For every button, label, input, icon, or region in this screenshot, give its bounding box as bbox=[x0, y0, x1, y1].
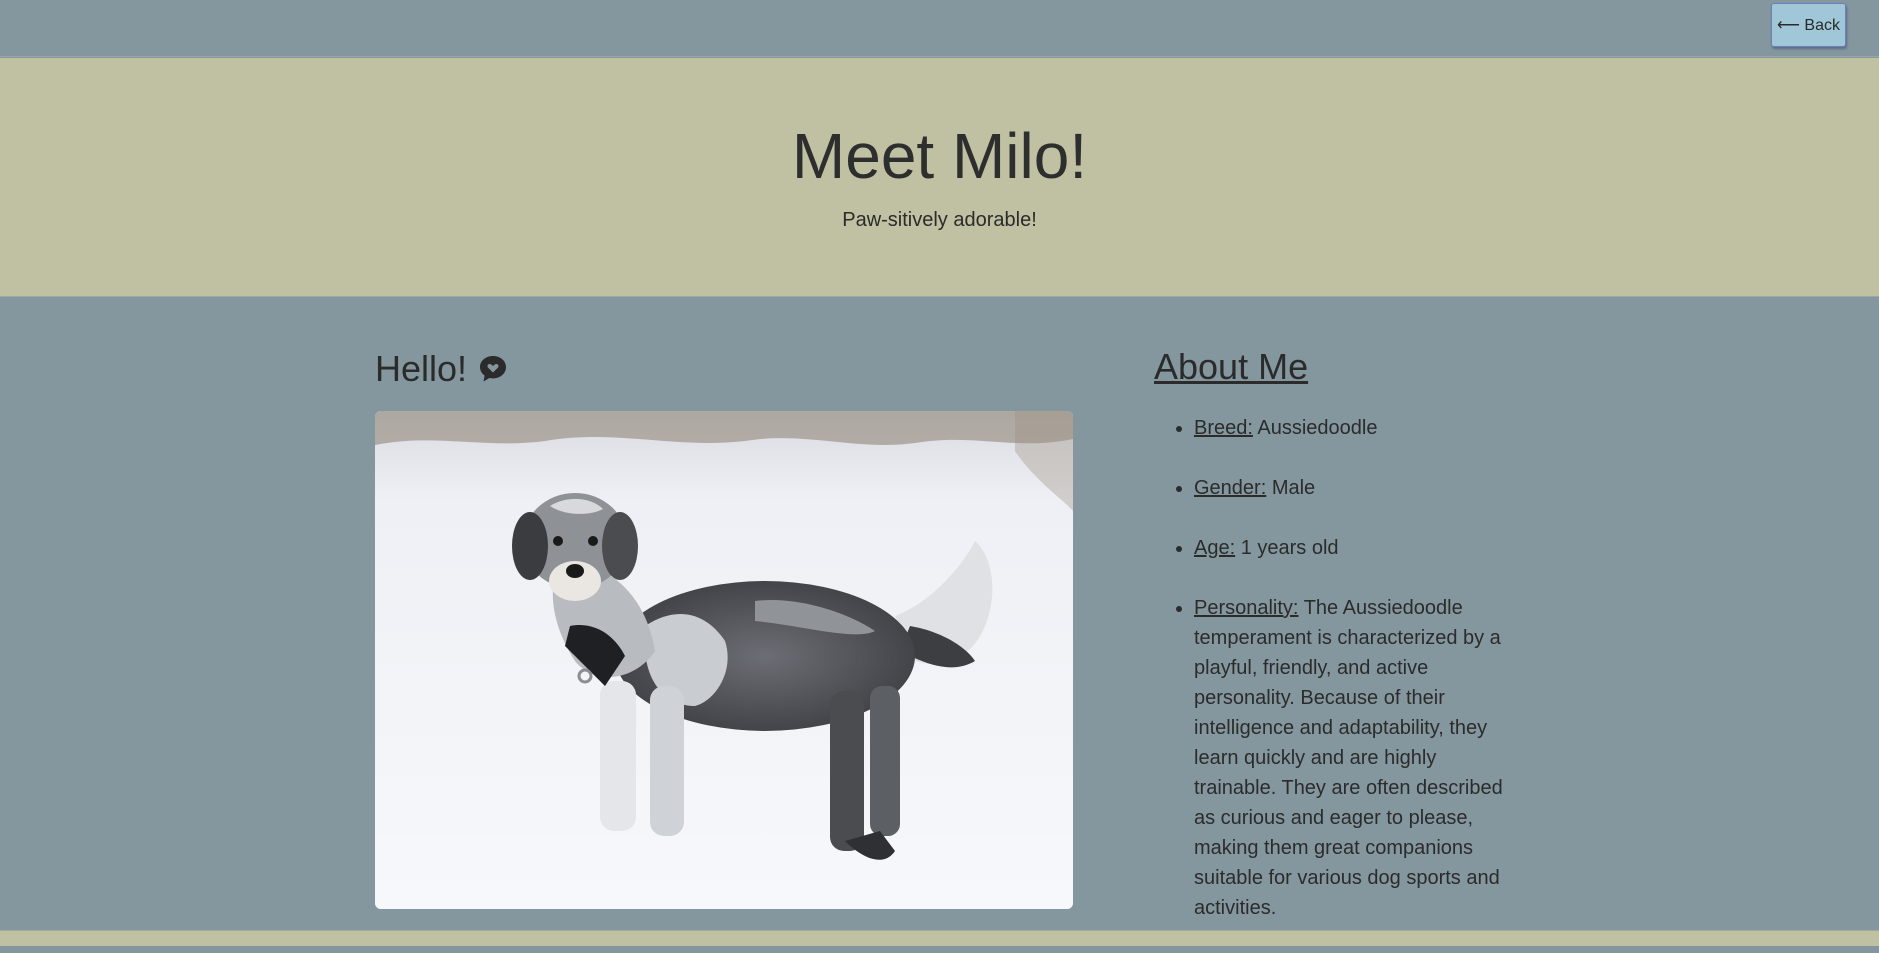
list-item-personality: Personality: The Aussiedoodle temperamen… bbox=[1194, 593, 1524, 923]
back-button[interactable]: ⟵ Back bbox=[1771, 3, 1846, 47]
page-subtitle: Paw-sitively adorable! bbox=[842, 209, 1037, 231]
about-heading: About Me bbox=[1154, 346, 1309, 387]
footer-strip bbox=[0, 930, 1879, 946]
dog-photo-illustration bbox=[375, 411, 1073, 909]
hello-heading: Hello! bbox=[375, 348, 509, 390]
hello-heading-text: Hello! bbox=[375, 348, 468, 389]
dog-photo bbox=[375, 411, 1073, 909]
breed-label: Breed: bbox=[1194, 417, 1253, 439]
gender-label: Gender: bbox=[1194, 477, 1267, 499]
list-item-gender: Gender: Male bbox=[1194, 473, 1524, 503]
about-list: Breed: Aussiedoodle Gender: Male Age: 1 … bbox=[1194, 413, 1524, 953]
main-content: Hello! About Me • Breed: Aussiedoodle • … bbox=[0, 298, 1879, 930]
age-value: 1 years old bbox=[1240, 537, 1339, 559]
gender-value: Male bbox=[1271, 477, 1316, 499]
hero-banner: Meet Milo! Paw-sitively adorable! bbox=[0, 58, 1879, 297]
age-label: Age: bbox=[1194, 537, 1236, 559]
breed-value: Aussiedoodle bbox=[1257, 417, 1378, 439]
top-bar: ⟵ Back bbox=[0, 0, 1879, 57]
chat-bubble-heart-icon bbox=[480, 356, 507, 382]
list-item-breed: Breed: Aussiedoodle bbox=[1194, 413, 1524, 443]
page-title: Meet Milo! bbox=[791, 120, 1088, 192]
personality-value: The Aussiedoodle temperament is characte… bbox=[1194, 597, 1503, 919]
list-item-age: Age: 1 years old bbox=[1194, 533, 1524, 563]
personality-label: Personality: bbox=[1194, 597, 1299, 619]
